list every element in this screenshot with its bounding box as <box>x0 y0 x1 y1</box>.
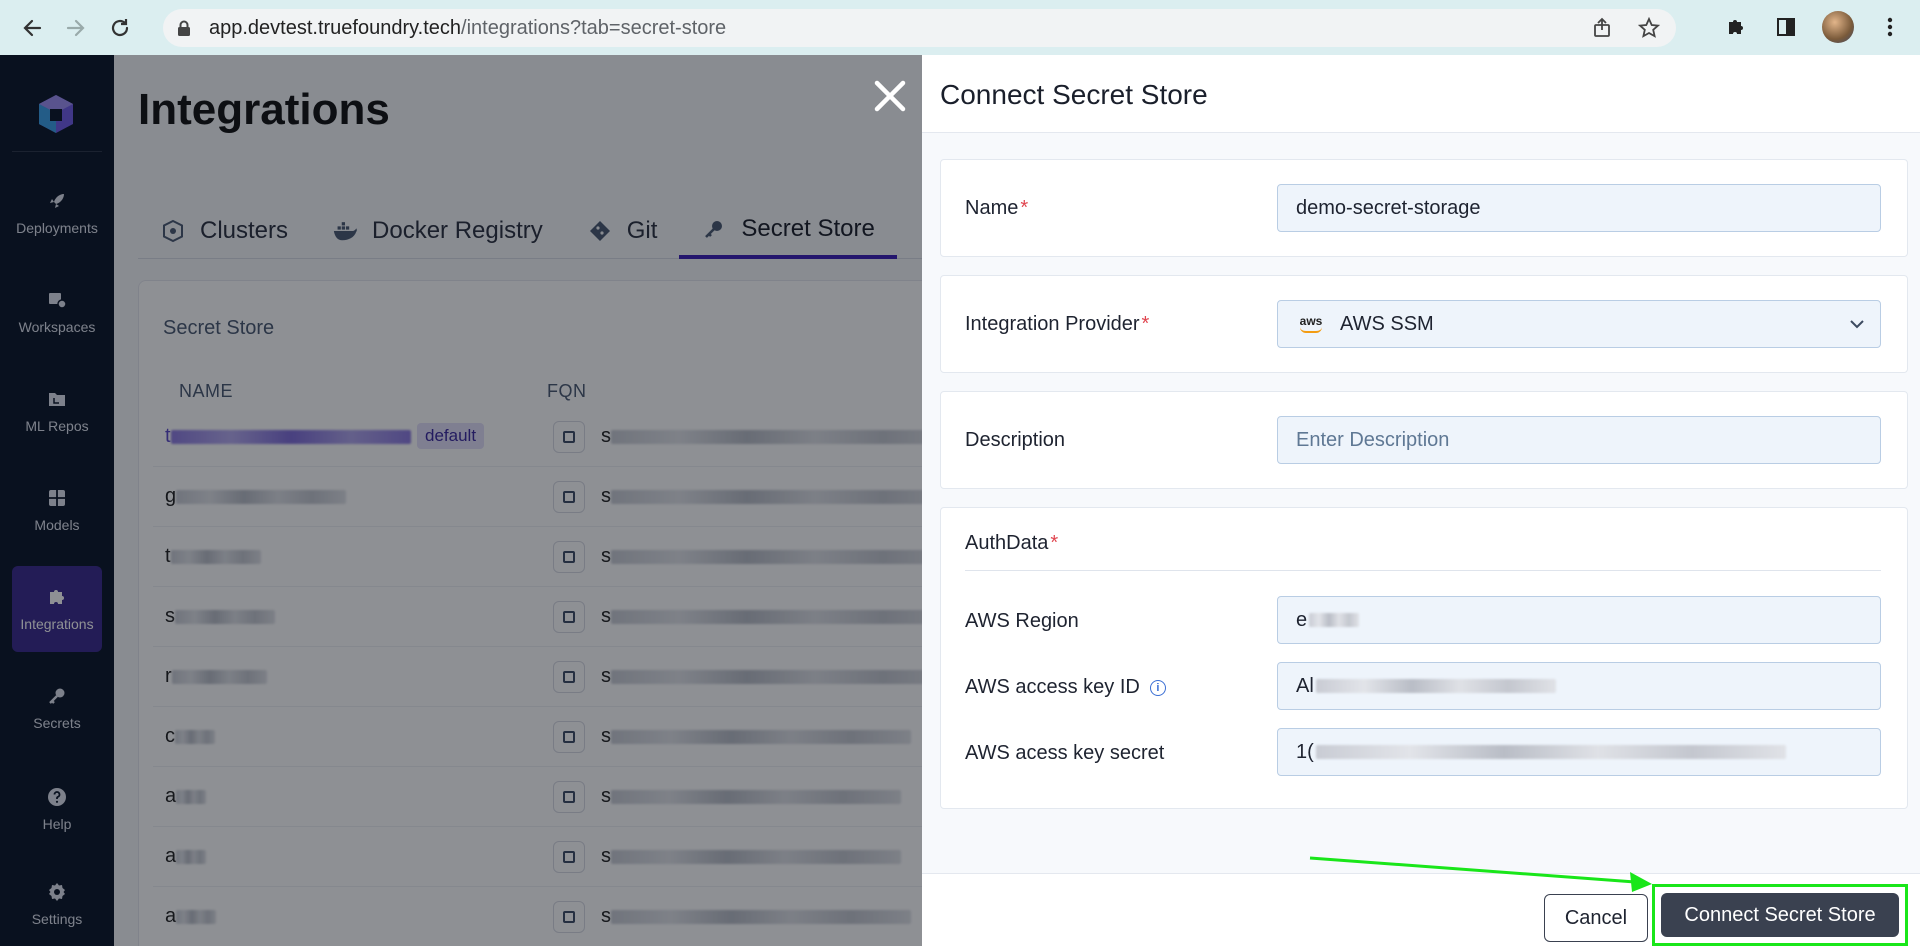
aws-region-label: AWS Region <box>965 610 1079 632</box>
modal-backdrop[interactable] <box>0 55 922 946</box>
aws-secret-input[interactable]: 1( <box>1277 728 1881 776</box>
aws-access-key-label: AWS access key ID i <box>965 676 1166 699</box>
provider-section: Integration Provider * aws AWS SSM <box>940 275 1908 373</box>
aws-logo-icon: aws <box>1296 313 1326 335</box>
provider-label: Integration Provider * <box>965 313 1150 335</box>
cancel-button[interactable]: Cancel <box>1544 894 1648 942</box>
extensions-puzzle-icon[interactable] <box>1722 10 1750 44</box>
reload-icon <box>111 18 129 36</box>
name-label: Name * <box>965 197 1029 219</box>
url-path: /integrations?tab=secret-store <box>461 16 727 39</box>
aws-secret-label: AWS acess key secret <box>965 742 1165 764</box>
description-section: Description Enter Description <box>940 391 1908 489</box>
forward-button[interactable] <box>58 10 94 46</box>
browser-toolbar: app.devtest.truefoundry.tech/integration… <box>0 0 1920 55</box>
url-host: app.devtest.truefoundry.tech <box>209 16 462 39</box>
address-bar[interactable]: app.devtest.truefoundry.tech/integration… <box>163 9 1676 47</box>
connect-secret-store-drawer: Connect Secret Store Name * demo-secret-s… <box>922 55 1920 946</box>
lock-icon <box>177 20 191 36</box>
description-label: Description <box>965 429 1066 451</box>
authdata-section: AuthData * AWS Region e AWS access key ID… <box>940 507 1908 809</box>
bookmark-star-icon[interactable] <box>1636 15 1662 41</box>
authdata-divider <box>965 570 1881 571</box>
name-input[interactable]: demo-secret-storage <box>1277 184 1881 232</box>
annotation-arrow <box>1309 856 1652 892</box>
highlight-box: Connect Secret Store <box>1652 884 1908 946</box>
authdata-label: AuthData * <box>965 532 1059 554</box>
aws-region-input[interactable]: e <box>1277 596 1881 644</box>
side-panel-icon[interactable] <box>1772 10 1800 44</box>
reload-button[interactable] <box>102 10 138 46</box>
close-icon <box>874 80 906 112</box>
back-button[interactable] <box>14 10 50 46</box>
chevron-down-icon <box>1850 320 1864 329</box>
drawer-title: Connect Secret Store <box>940 79 1208 110</box>
more-vert-icon[interactable] <box>1876 10 1904 44</box>
connect-secret-store-button[interactable]: Connect Secret Store <box>1661 893 1899 937</box>
arrow-right-icon <box>66 19 85 36</box>
drawer-header: Connect Secret Store <box>922 55 1920 133</box>
info-icon[interactable]: i <box>1149 679 1166 696</box>
description-input[interactable]: Enter Description <box>1277 416 1881 464</box>
share-icon[interactable] <box>1590 15 1616 41</box>
profile-avatar[interactable] <box>1822 11 1854 43</box>
provider-select[interactable]: aws AWS SSM <box>1277 300 1881 348</box>
close-drawer-button[interactable] <box>870 78 910 118</box>
arrow-left-icon <box>23 19 42 36</box>
aws-access-key-input[interactable]: Al <box>1277 662 1881 710</box>
name-section: Name * demo-secret-storage <box>940 159 1908 257</box>
